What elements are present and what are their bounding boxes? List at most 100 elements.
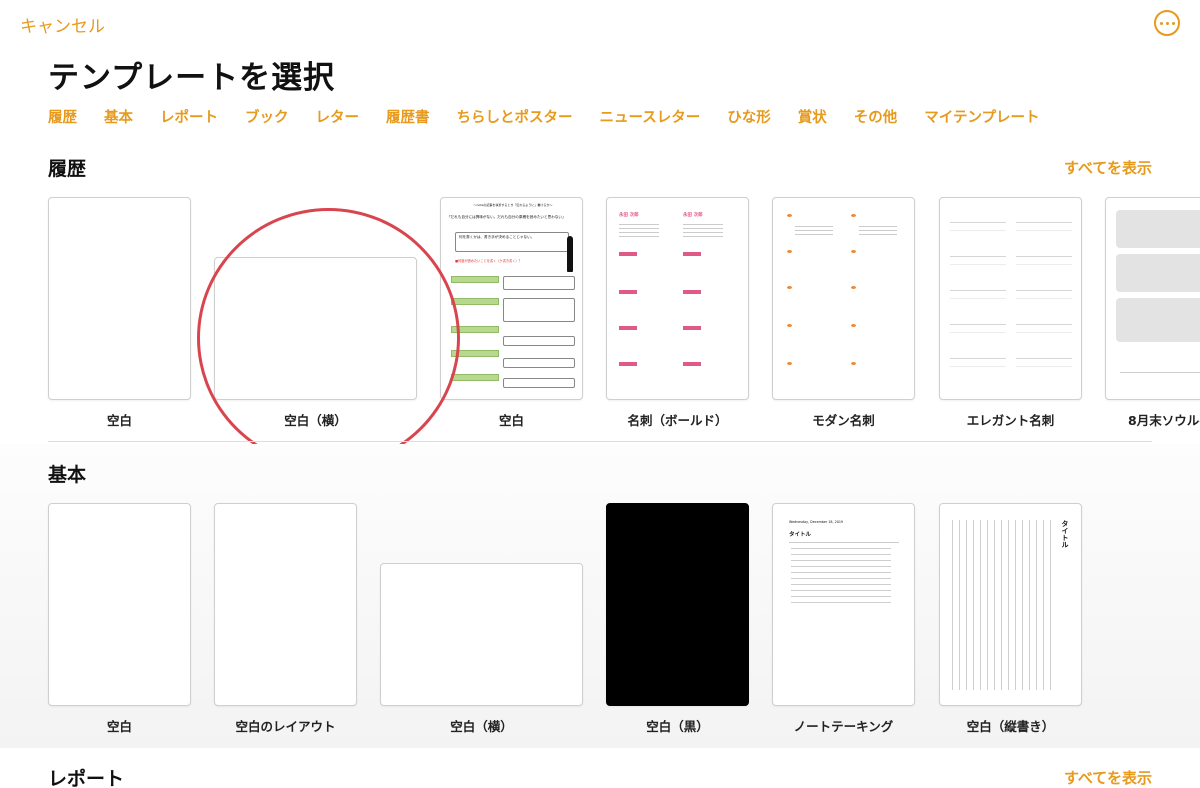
thumb-title: タイトル bbox=[789, 532, 812, 538]
section-divider bbox=[48, 441, 1152, 442]
category-tab[interactable]: ちらしとポスター bbox=[457, 106, 573, 128]
thumb-green-tag bbox=[451, 298, 499, 305]
template-label: 名刺（ボールド） bbox=[627, 413, 728, 428]
thumb-bubble bbox=[503, 378, 575, 388]
card-name: 永田 次郎 bbox=[683, 213, 703, 218]
card-name-mark bbox=[683, 362, 701, 366]
card-grid-lines bbox=[950, 212, 1006, 382]
template-label: 空白（黒） bbox=[646, 719, 709, 734]
thumb-text-lines bbox=[791, 548, 891, 604]
template-thumbnail[interactable] bbox=[772, 197, 915, 400]
card-accent-mark bbox=[851, 324, 856, 327]
template-thumbnail[interactable] bbox=[214, 257, 417, 400]
template-label: 空白（横） bbox=[284, 413, 347, 428]
thumb-date: Wednesday, December 18, 2019 bbox=[789, 520, 844, 524]
card-text-lines bbox=[683, 224, 723, 238]
section-title-history: 履歴 bbox=[48, 158, 87, 180]
category-tabs: 履歴 基本 レポート ブック レター 履歴書 ちらしとポスター ニュースレター … bbox=[48, 106, 1067, 128]
card-name-mark bbox=[619, 326, 637, 330]
category-tab[interactable]: その他 bbox=[854, 106, 898, 128]
thumb-line: 「だれも自分には興味がない。だれも自分の原稿を読みたいと思わない」 bbox=[447, 215, 566, 219]
thumb-bubble bbox=[503, 298, 575, 322]
card-accent-mark bbox=[787, 286, 792, 289]
template-label: 8月末ソウルへ bbox=[1128, 413, 1200, 428]
card-name-mark bbox=[683, 326, 701, 330]
card-text-lines bbox=[859, 226, 897, 238]
show-all-history-button[interactable]: すべてを表示 bbox=[1064, 157, 1152, 178]
category-tab[interactable]: 履歴書 bbox=[386, 106, 430, 128]
template-thumbnail[interactable] bbox=[1105, 197, 1200, 400]
template-thumbnail[interactable]: 〜noteの記事を執筆するとき「伝わるように」書けるか〜 「だれも自分には興味が… bbox=[440, 197, 583, 400]
silhouette-figure bbox=[567, 236, 573, 272]
template-label: 空白 bbox=[498, 413, 524, 428]
template-thumbnail[interactable] bbox=[380, 563, 583, 706]
card-accent-mark bbox=[787, 214, 792, 217]
thumb-green-tag bbox=[451, 350, 499, 357]
thumb-bubble bbox=[503, 358, 575, 368]
card-name-mark bbox=[619, 362, 637, 366]
template-thumbnail[interactable] bbox=[214, 503, 357, 706]
card-name-mark bbox=[619, 290, 637, 294]
category-tab[interactable]: 基本 bbox=[104, 106, 133, 128]
template-label: ノートテーキング bbox=[793, 719, 894, 734]
template-label: モダン名刺 bbox=[812, 413, 875, 428]
template-label: 空白のレイアウト bbox=[235, 719, 336, 734]
thumb-green-tag bbox=[451, 326, 499, 333]
thumb-vertical-title: タイトル bbox=[1061, 520, 1069, 548]
thumb-rule bbox=[789, 542, 899, 543]
category-tab[interactable]: レポート bbox=[160, 106, 218, 128]
category-tab[interactable]: ニュースレター bbox=[600, 106, 701, 128]
section-title-report: レポート bbox=[48, 768, 125, 788]
template-thumbnail[interactable]: タイトル bbox=[939, 503, 1082, 706]
thumb-header: 〜noteの記事を執筆するとき「伝わるように」書けるか〜 bbox=[473, 203, 553, 207]
card-name-mark bbox=[619, 252, 637, 256]
card-grid-lines bbox=[1016, 212, 1072, 382]
template-label: 空白（縦書き） bbox=[966, 719, 1055, 734]
thumb-vertical-lines bbox=[952, 520, 1052, 690]
card-name: 永田 次郎 bbox=[619, 213, 639, 218]
thumb-green-tag bbox=[451, 374, 499, 381]
cancel-button[interactable]: キャンセル bbox=[20, 12, 105, 37]
card-accent-mark bbox=[787, 324, 792, 327]
card-accent-mark bbox=[787, 250, 792, 253]
thumb-green-tag bbox=[451, 276, 499, 283]
thumb-grey-block bbox=[1116, 210, 1200, 248]
card-accent-mark bbox=[787, 362, 792, 365]
page-title: テンプレートを選択 bbox=[48, 60, 336, 96]
card-accent-mark bbox=[851, 214, 856, 217]
card-name-mark bbox=[683, 290, 701, 294]
top-bar: キャンセル bbox=[0, 0, 1200, 46]
section-title-basic: 基本 bbox=[48, 464, 87, 486]
card-accent-mark bbox=[851, 362, 856, 365]
card-text-lines bbox=[795, 226, 833, 238]
thumb-rule bbox=[1120, 372, 1200, 373]
category-tab[interactable]: 履歴 bbox=[48, 106, 77, 128]
template-thumbnail[interactable] bbox=[48, 503, 191, 706]
template-thumbnail[interactable] bbox=[606, 503, 749, 706]
thumb-red-line: ■何度が読みたいことを書く（ケ書き書く）？ bbox=[455, 259, 522, 263]
category-tab[interactable]: レター bbox=[316, 106, 360, 128]
more-options-icon[interactable] bbox=[1154, 10, 1180, 36]
thumb-grey-block bbox=[1116, 298, 1200, 342]
template-label: 空白 bbox=[106, 413, 132, 428]
card-text-lines bbox=[619, 224, 659, 238]
category-tab[interactable]: ブック bbox=[245, 106, 289, 128]
template-label: エレガント名刺 bbox=[966, 413, 1055, 428]
thumb-grey-block bbox=[1116, 254, 1200, 292]
card-accent-mark bbox=[851, 250, 856, 253]
category-tab[interactable]: ひな形 bbox=[727, 106, 771, 128]
thumb-bubble bbox=[503, 336, 575, 346]
template-thumbnail[interactable]: Wednesday, December 18, 2019 タイトル bbox=[772, 503, 915, 706]
thumb-box: 何を書くかは、書き手が決めることじゃない。 bbox=[455, 232, 569, 252]
template-thumbnail[interactable] bbox=[939, 197, 1082, 400]
card-name-mark bbox=[683, 252, 701, 256]
show-all-report-button[interactable]: すべてを表示 bbox=[1064, 767, 1152, 788]
template-label: 空白（横） bbox=[450, 719, 513, 734]
card-accent-mark bbox=[851, 286, 856, 289]
template-thumbnail[interactable] bbox=[48, 197, 191, 400]
template-label: 空白 bbox=[106, 719, 132, 734]
thumb-bubble bbox=[503, 276, 575, 290]
template-thumbnail[interactable]: 永田 次郎 永田 次郎 bbox=[606, 197, 749, 400]
category-tab[interactable]: 賞状 bbox=[798, 106, 827, 128]
category-tab[interactable]: マイテンプレート bbox=[924, 106, 1039, 128]
